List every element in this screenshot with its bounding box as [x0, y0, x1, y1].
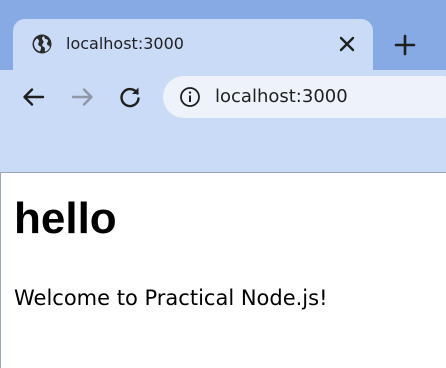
- arrow-left-icon[interactable]: [20, 83, 48, 111]
- arrow-right-icon[interactable]: [68, 83, 96, 111]
- info-icon[interactable]: [179, 86, 201, 108]
- browser-toolbar: localhost:3000: [0, 70, 446, 172]
- page-content: hello Welcome to Practical Node.js!: [0, 173, 446, 368]
- close-icon[interactable]: [336, 33, 358, 55]
- tab-strip: localhost:3000: [0, 0, 446, 70]
- browser-window: localhost:3000 localhost:3000 hello Welc…: [0, 0, 446, 368]
- address-bar[interactable]: localhost:3000: [163, 76, 446, 118]
- plus-icon[interactable]: [392, 32, 418, 58]
- globe-icon: [32, 34, 52, 54]
- reload-icon[interactable]: [116, 83, 144, 111]
- tab-localhost[interactable]: localhost:3000: [13, 19, 373, 70]
- page-heading: hello: [14, 194, 117, 243]
- url-text[interactable]: localhost:3000: [215, 85, 348, 109]
- tab-title: localhost:3000: [66, 34, 184, 53]
- welcome-text: Welcome to Practical Node.js!: [14, 286, 328, 310]
